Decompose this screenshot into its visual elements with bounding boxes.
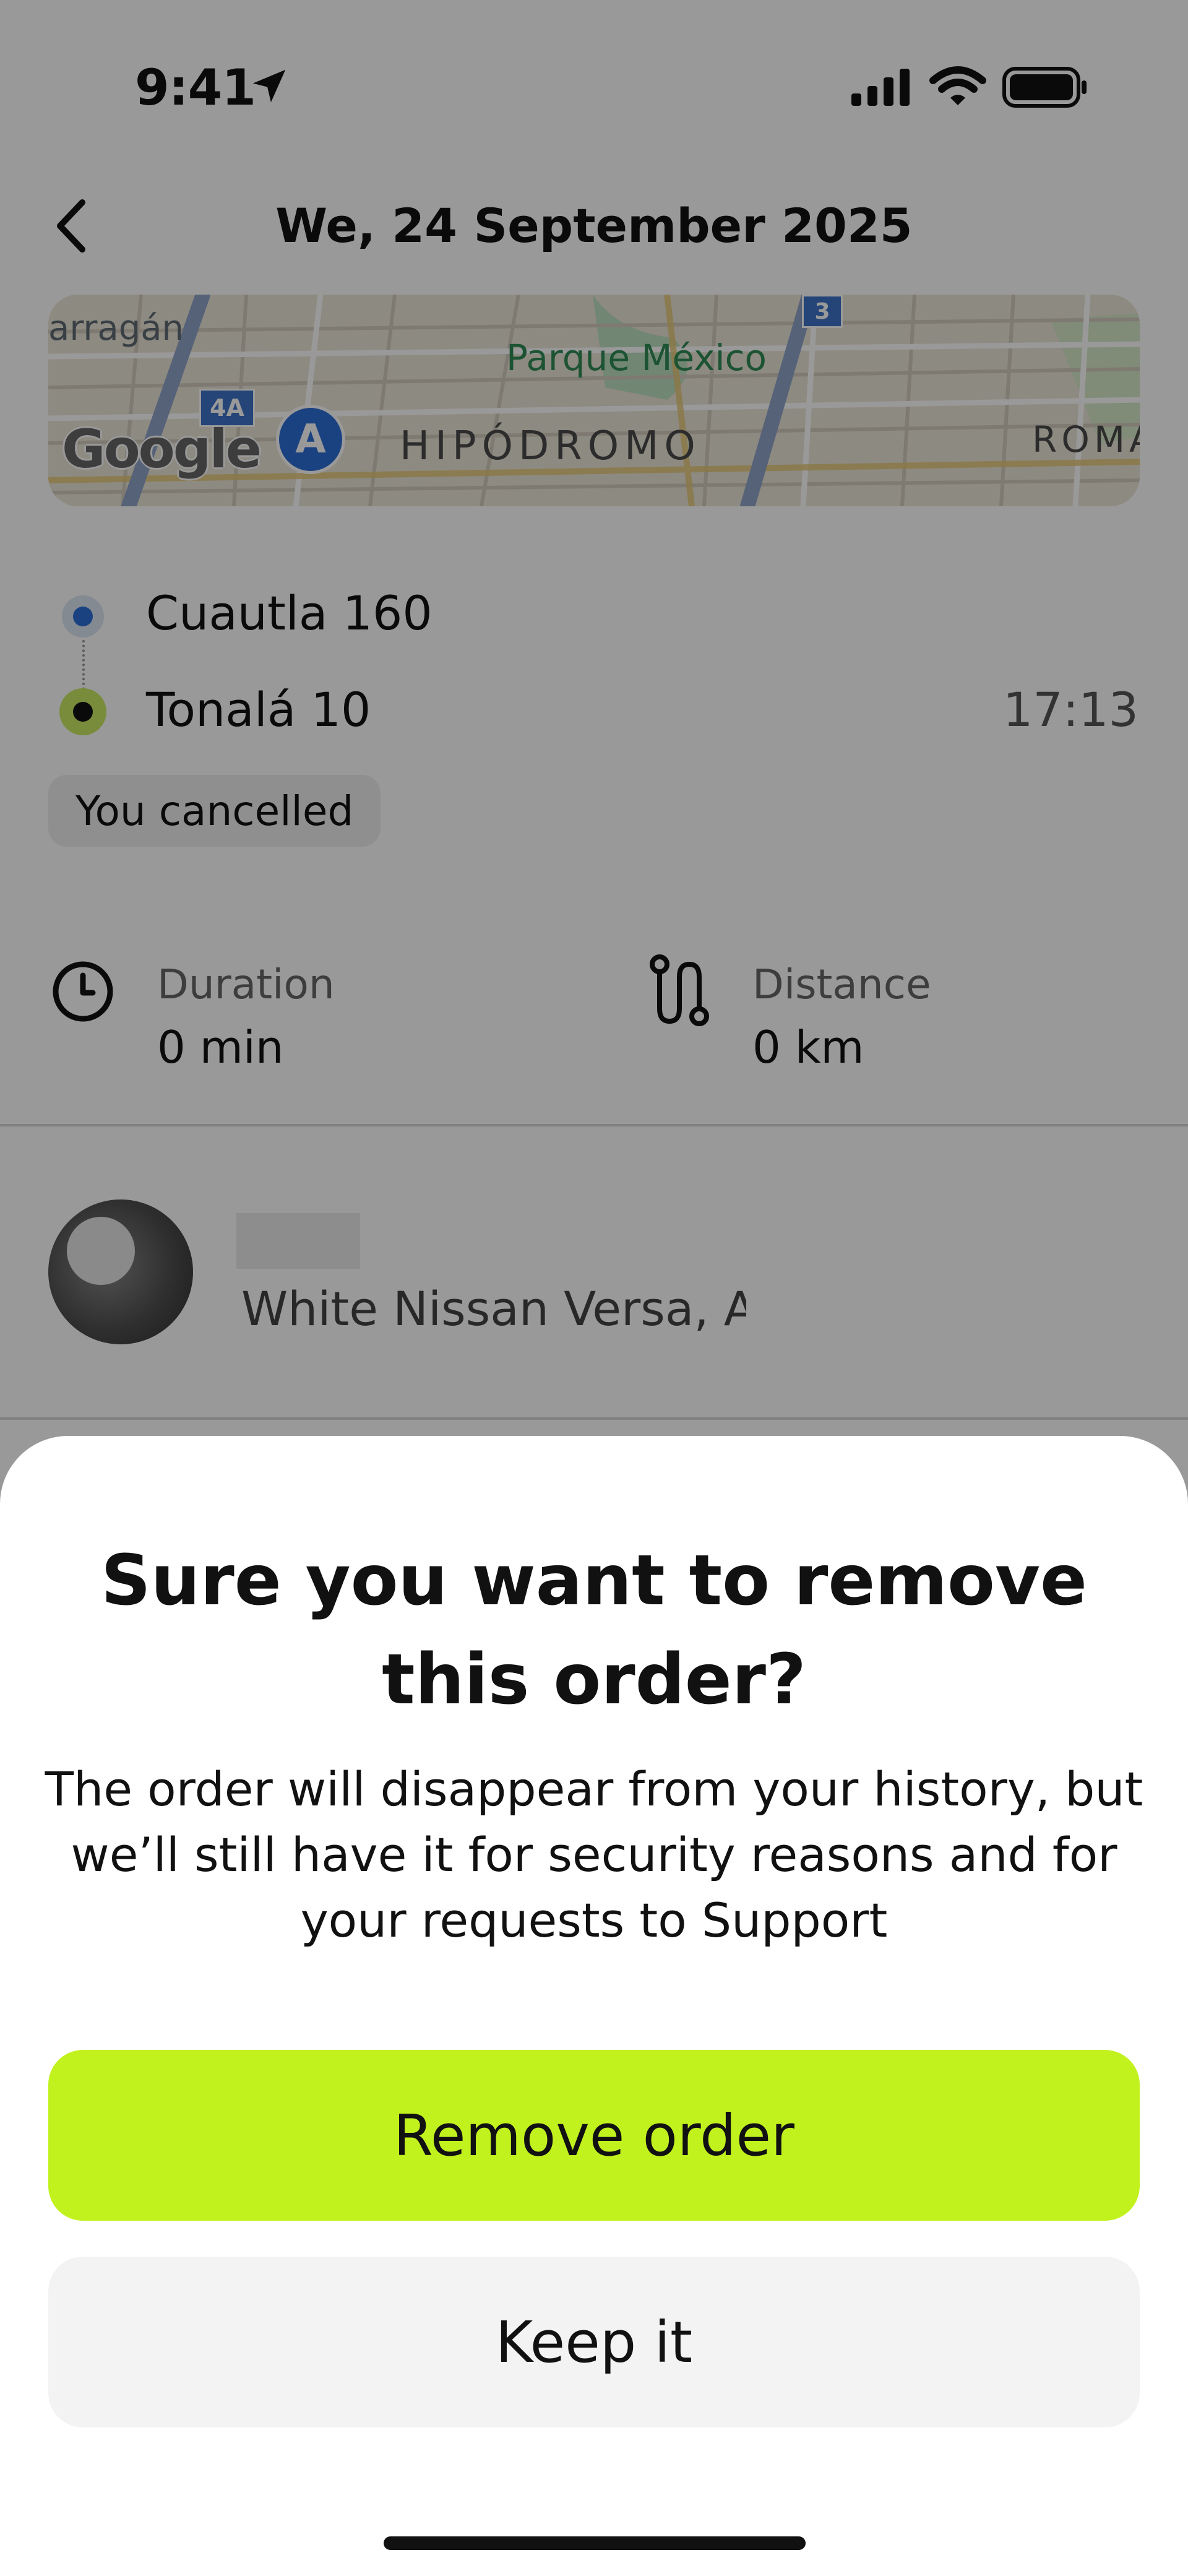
remove-order-button[interactable]: Remove order — [48, 2050, 1140, 2221]
keep-order-button[interactable]: Keep it — [48, 2257, 1140, 2427]
home-indicator[interactable] — [384, 2536, 806, 2550]
dialog-title: Sure you want to remove this order? — [101, 1541, 1087, 1720]
dialog-description: The order will disappear from your histo… — [45, 1761, 1143, 1948]
